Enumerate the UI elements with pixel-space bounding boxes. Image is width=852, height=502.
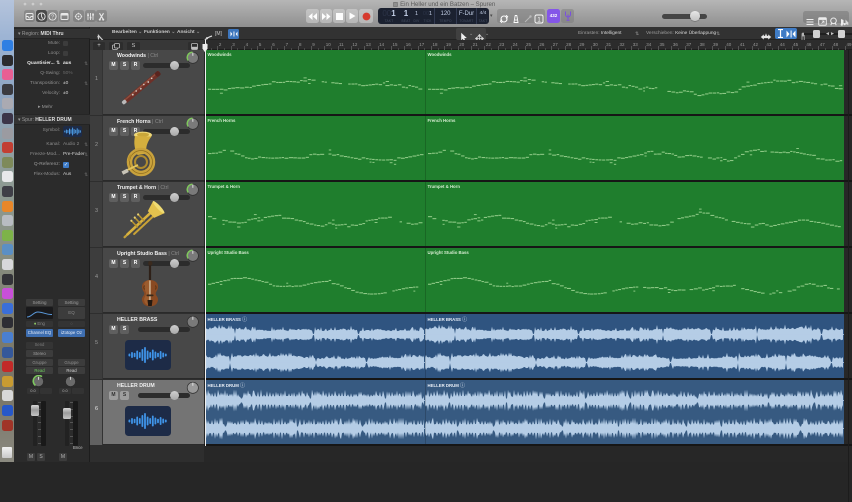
svg-text:?: ?	[51, 14, 54, 20]
svg-text:1: 1	[537, 17, 541, 23]
